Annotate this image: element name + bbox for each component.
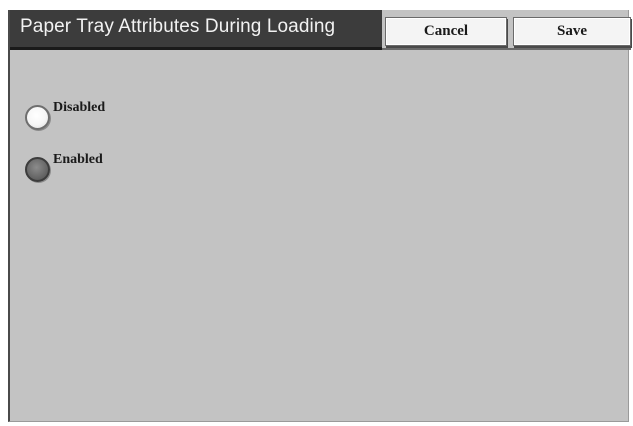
screen: Paper Tray Attributes During Loading Can… (0, 0, 633, 426)
option-disabled[interactable]: Disabled (25, 98, 185, 134)
page-title: Paper Tray Attributes During Loading (20, 16, 336, 37)
save-button[interactable]: Save (513, 17, 631, 46)
radio-button-enabled[interactable] (25, 157, 50, 182)
cancel-button[interactable]: Cancel (385, 17, 507, 46)
option-disabled-label: Disabled (53, 100, 106, 115)
settings-panel: Paper Tray Attributes During Loading Can… (8, 10, 631, 422)
title-bar: Paper Tray Attributes During Loading (10, 10, 382, 50)
header-divider (382, 48, 631, 50)
option-enabled-label: Enabled (53, 152, 103, 167)
option-enabled[interactable]: Enabled (25, 150, 185, 186)
radio-button-disabled[interactable] (25, 105, 50, 130)
